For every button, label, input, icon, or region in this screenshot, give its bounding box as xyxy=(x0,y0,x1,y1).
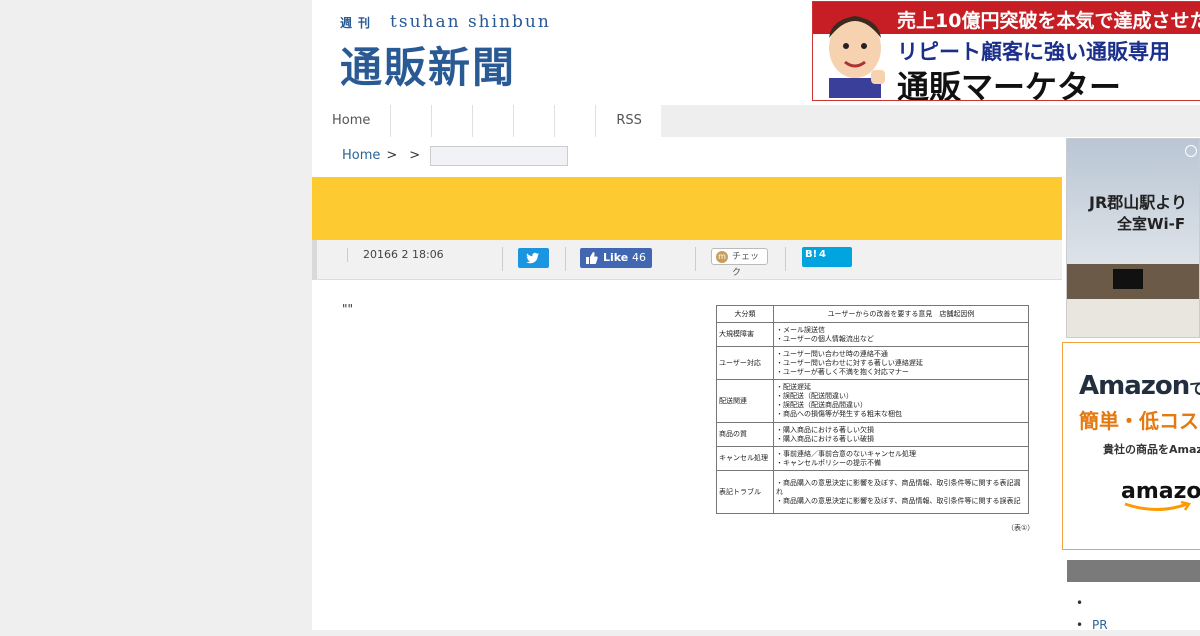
divider xyxy=(785,247,786,271)
amazon-ad-suffix: で xyxy=(1189,379,1200,398)
table-line: ・ユーザーが著しく不満を抱く対応マナー xyxy=(776,367,909,376)
mixi-check-label: チェック xyxy=(732,252,760,278)
tv-icon xyxy=(1113,269,1143,289)
table-line: ・ユーザー問い合わせに対する著しい連絡遅延 xyxy=(776,358,923,367)
hatena-bookmark-button[interactable]: B! 4 xyxy=(802,247,852,267)
article-date: 20166 2 18:06 xyxy=(347,248,444,262)
table-line: ・購入商品における著しい破損 xyxy=(776,434,874,443)
banner-line1: 売上10億円突破を本気で達成させたい xyxy=(897,10,1200,32)
complaint-table: 大分類 ユーザーからの改善を要する意見 店舗起因例 大規模障害 ・メール誤送信・… xyxy=(716,305,1029,514)
table-line: ・商品購入の意思決定に影響を及ぼす、商品情報、取引条件等に関する誤表記 xyxy=(776,496,1021,505)
table-header-examples: ユーザーからの改善を要する意見 店舗起因例 xyxy=(773,305,1029,323)
breadcrumb: Home > > xyxy=(342,145,569,167)
logo-romaji: tsuhan shinbun xyxy=(390,12,551,32)
table-cell-examples: ・商品購入の意思決定に影響を及ぼす、商品情報、取引条件等に関する表記漏れ ・商品購… xyxy=(773,470,1029,514)
facebook-like-count: 46 xyxy=(632,251,646,264)
table-cell-examples: ・ユーザー問い合わせ時の連絡不通 ・ユーザー問い合わせに対する著しい連絡遅延 ・ユー… xyxy=(773,346,1029,380)
sidebar-list: PR xyxy=(1076,592,1108,636)
table-cell-category: ユーザー対応 xyxy=(716,346,774,380)
table-cell-category: 配送関連 xyxy=(716,379,774,423)
nav-item-6[interactable] xyxy=(555,105,597,137)
amazon-ad-banner[interactable]: Amazonで 簡単・低コス 貴社の商品をAmaz amazon xyxy=(1062,342,1200,550)
main-nav: Home RSS xyxy=(312,105,662,137)
table-caption: （表①） xyxy=(1007,524,1035,532)
twitter-share-button[interactable] xyxy=(518,248,549,268)
amazon-ad-line2: 簡単・低コス xyxy=(1079,409,1199,433)
nav-item-3[interactable] xyxy=(432,105,474,137)
breadcrumb-separator: > xyxy=(386,148,398,163)
amazon-ad-line1: Amazonで xyxy=(1079,371,1200,401)
nav-item-rss[interactable]: RSS xyxy=(596,105,661,137)
table-line: ・事前連絡／事前合意のないキャンセル処理 xyxy=(776,449,916,458)
table-cell-category: キャンセル処理 xyxy=(716,446,774,471)
table-line: ・メール誤送信 xyxy=(776,325,825,334)
logo-subtitle: 週刊 tsuhan shinbun xyxy=(340,12,551,32)
table-line: ・誤配送（配送間違い） xyxy=(776,392,853,400)
table-cell-category: 大規模障害 xyxy=(716,322,774,347)
nav-item-home[interactable]: Home xyxy=(312,105,392,137)
mixi-check-button[interactable]: m チェック xyxy=(711,248,768,278)
nav-item-5[interactable] xyxy=(514,105,556,137)
hotel-ad-line2: 全室Wi-F xyxy=(1117,215,1186,233)
site-logo[interactable]: 週刊 tsuhan shinbun 通販新聞 xyxy=(340,12,580,92)
divider xyxy=(695,247,696,271)
hatena-b-icon: B! xyxy=(805,249,818,260)
sidebar-list-item[interactable]: PR xyxy=(1076,614,1108,636)
article-text: "" xyxy=(342,302,354,316)
table-line: ・商品への損傷等が発生する粗末な梱包 xyxy=(776,410,902,418)
table-header-category: 大分類 xyxy=(716,305,774,323)
nav-item-4[interactable] xyxy=(473,105,515,137)
nav-item-2[interactable] xyxy=(391,105,433,137)
share-bar: 20166 2 18:06 Like 46 m チェック B! 4 xyxy=(312,240,1062,280)
amazon-ad-brand: Amazon xyxy=(1079,371,1190,401)
breadcrumb-home[interactable]: Home xyxy=(342,145,380,167)
table-line: ・商品購入の意思決定に影響を及ぼす、商品情報、取引条件等に関する表記漏れ xyxy=(776,478,1021,496)
twitter-bird-icon xyxy=(526,252,539,264)
logo-weekly: 週刊 xyxy=(340,16,377,30)
divider xyxy=(502,247,503,271)
banner-line3: 通販マーケター xyxy=(897,68,1122,101)
hotel-ad-line1: JR郡山駅より xyxy=(1089,193,1187,212)
amazon-ad-line3: 貴社の商品をAmaz xyxy=(1103,443,1200,456)
table-line: ・配送遅延 xyxy=(776,383,811,391)
table-cell-category: 表記トラブル xyxy=(716,470,774,514)
facebook-like-button[interactable]: Like 46 xyxy=(580,248,652,268)
complaint-table-figure: 大分類 ユーザーからの改善を要する意見 店舗起因例 大規模障害 ・メール誤送信・… xyxy=(716,305,1034,532)
logo-title: 通販新聞 xyxy=(340,43,517,92)
bed-icon xyxy=(1067,299,1199,337)
hatena-bookmark-count: 4 xyxy=(819,249,826,260)
table-cell-examples: ・配送遅延 ・誤配送（配送間違い） ・誤配送（配送商品間違い） ・商品への損傷等が発生… xyxy=(773,379,1029,423)
thumbs-up-icon xyxy=(586,252,598,264)
sidebar-section-header xyxy=(1067,560,1200,582)
hotel-ad-banner[interactable]: JR郡山駅より 全室Wi-F xyxy=(1066,138,1200,338)
cartoon-man-icon xyxy=(829,16,885,98)
table-cell-examples: ・購入商品における著しい欠損 ・購入商品における著しい破損 xyxy=(773,422,1029,447)
facebook-like-label: Like xyxy=(603,251,629,264)
table-line: ・ユーザーの個人情報流出など xyxy=(776,334,874,343)
table-cell-category: 商品の質 xyxy=(716,422,774,447)
breadcrumb-current xyxy=(430,146,569,166)
table-line: ・誤配送（配送商品間違い） xyxy=(776,401,867,409)
breadcrumb-separator: > xyxy=(409,148,421,163)
mixi-m-icon: m xyxy=(716,251,728,263)
table-cell-examples: ・事前連絡／事前合意のないキャンセル処理 ・キャンセルポリシーの提示不備 xyxy=(773,446,1029,471)
top-ad-banner[interactable]: 売上10億円突破を本気で達成させたい リピート顧客に強い通販専用 通販マーケター xyxy=(812,1,1200,101)
article-title-band xyxy=(312,177,1062,240)
table-line: ・キャンセルポリシーの提示不備 xyxy=(776,458,881,467)
hotel-emblem-icon xyxy=(1185,145,1197,157)
divider xyxy=(565,247,566,271)
sidebar-list-item[interactable] xyxy=(1076,592,1108,614)
amazon-smile-icon xyxy=(1124,501,1192,511)
table-line: ・購入商品における著しい欠損 xyxy=(776,425,874,434)
table-line: ・ユーザー問い合わせ時の連絡不通 xyxy=(776,349,888,358)
table-cell-examples: ・メール誤送信 ・ユーザーの個人情報流出など xyxy=(773,322,1029,347)
